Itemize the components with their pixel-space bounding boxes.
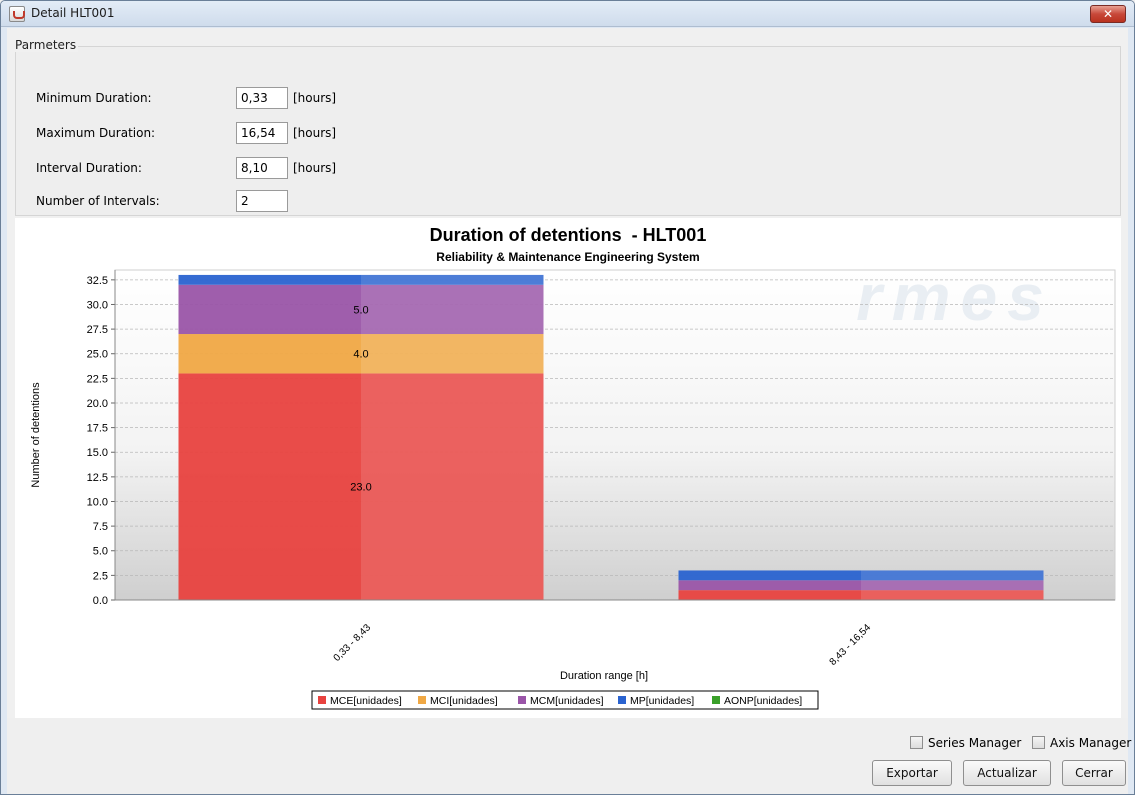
stacked-bar-chart: Duration of detentions - HLT001 Reliabil…	[30, 225, 1116, 710]
legend-label: MCE[unidades]	[330, 695, 402, 707]
chart-legend: MCE[unidades] MCI[unidades] MCM[unidades] M…	[311, 690, 819, 710]
series-manager-checkbox[interactable]: Series Manager	[910, 736, 1021, 752]
bottom-bar: Series Manager Axis Manager Exportar Act…	[7, 718, 1131, 794]
legend-swatch	[318, 696, 326, 704]
bar-highlight	[861, 580, 1044, 591]
axis-manager-label: Axis Manager	[1050, 736, 1132, 750]
detail-window: Detail HLT001 ✕ Minimum Duration: [hours…	[0, 0, 1135, 795]
bar-highlight	[861, 570, 1044, 581]
y-tick-label: 22.5	[87, 373, 108, 385]
bar-highlight	[361, 284, 544, 335]
y-tick-label: 5.0	[93, 546, 108, 558]
legend-swatch	[418, 696, 426, 704]
y-tick-label: 10.0	[87, 496, 108, 508]
y-axis: 0.0 2.5 5.0 7.5 10.0 12.5 15.0 17.5 20.0 22.5 25.0…	[87, 270, 116, 607]
bar-highlight	[861, 590, 1044, 600]
bar-data-label: 5.0	[353, 304, 368, 316]
y-tick-label: 25.0	[87, 349, 108, 361]
bar-highlight	[361, 274, 544, 285]
bar-data-label: 4.0	[353, 349, 368, 361]
min-duration-label: Minimum Duration:	[36, 91, 152, 105]
min-duration-unit: [hours]	[293, 91, 337, 105]
series-manager-box[interactable]	[910, 736, 923, 749]
y-tick-label: 20.0	[87, 398, 108, 410]
x-tick-label: 8,43 - 16,54	[828, 622, 874, 668]
update-button[interactable]: Actualizar	[963, 760, 1051, 786]
bar-highlight	[361, 373, 544, 600]
interval-duration-label: Interval Duration:	[36, 161, 142, 175]
legend-label: MP[unidades]	[630, 695, 694, 707]
legend-label: MCI[unidades]	[430, 695, 498, 707]
chart-area: Duration of detentions - HLT001 Reliabil…	[15, 218, 1121, 718]
max-duration-input[interactable]	[236, 122, 288, 144]
chart-subtitle: Reliability & Maintenance Engineering Sy…	[436, 250, 699, 264]
parameters-panel: Minimum Duration: [hours] Maximum Durati…	[15, 46, 1121, 216]
x-axis: 0,33 - 8,43 8,43 - 16,54	[115, 599, 1115, 668]
min-duration-input[interactable]	[236, 87, 288, 109]
legend-swatch	[712, 696, 720, 704]
max-duration-label: Maximum Duration:	[36, 126, 156, 140]
y-tick-label: 0.0	[93, 595, 108, 607]
interval-duration-unit: [hours]	[293, 161, 337, 175]
max-duration-unit: [hours]	[293, 126, 337, 140]
close-window-button[interactable]: ✕	[1090, 5, 1126, 23]
chart-title: Duration of detentions - HLT001	[430, 225, 707, 245]
y-tick-label: 30.0	[87, 299, 108, 311]
number-intervals-input[interactable]	[236, 190, 288, 212]
x-tick-label: 0,33 - 8,43	[332, 622, 374, 664]
chart-watermark: rmes	[856, 260, 1054, 334]
axis-manager-box[interactable]	[1032, 736, 1045, 749]
java-app-icon	[9, 6, 25, 22]
axis-manager-checkbox[interactable]: Axis Manager	[1032, 736, 1131, 752]
number-intervals-label: Number of Intervals:	[36, 194, 160, 208]
y-tick-label: 15.0	[87, 447, 108, 459]
window-title: Detail HLT001	[31, 6, 115, 20]
legend-swatch	[618, 696, 626, 704]
y-tick-label: 2.5	[93, 570, 108, 582]
legend-label: AONP[unidades]	[724, 695, 802, 707]
legend-swatch	[518, 696, 526, 704]
y-tick-label: 17.5	[87, 423, 108, 435]
legend-label: MCM[unidades]	[530, 695, 604, 707]
bar-data-label: 23.0	[350, 482, 371, 494]
title-bar: Detail HLT001 ✕	[1, 1, 1134, 27]
export-button[interactable]: Exportar	[872, 760, 952, 786]
close-button[interactable]: Cerrar	[1062, 760, 1126, 786]
bar-highlight	[361, 334, 544, 374]
y-tick-label: 27.5	[87, 324, 108, 336]
y-tick-label: 7.5	[93, 521, 108, 533]
series-manager-label: Series Manager	[928, 736, 1022, 750]
interval-duration-input[interactable]	[236, 157, 288, 179]
x-axis-label: Duration range [h]	[560, 670, 648, 682]
parameters-legend: Parmeters	[13, 38, 79, 52]
y-tick-label: 32.5	[87, 275, 108, 287]
window-content: Minimum Duration: [hours] Maximum Durati…	[7, 28, 1131, 794]
y-axis-label: Number of detentions	[30, 382, 42, 488]
y-tick-label: 12.5	[87, 472, 108, 484]
